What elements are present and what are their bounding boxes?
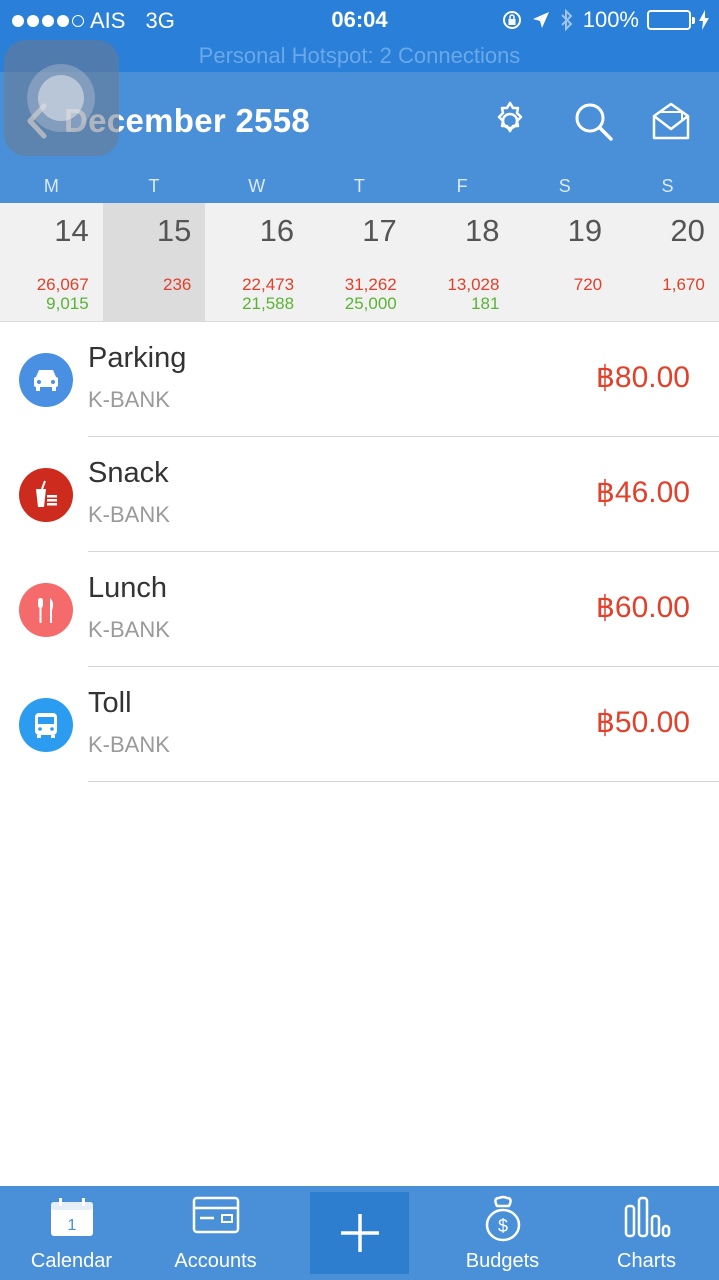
weekday-label: S <box>558 176 571 196</box>
calendar-day[interactable]: 20 1,670 <box>616 203 719 321</box>
location-icon <box>532 12 549 28</box>
battery-percent: 100% <box>582 7 639 32</box>
day-expense: 236 <box>163 275 192 294</box>
charging-icon <box>699 10 709 30</box>
tab-label: Charts <box>617 1250 676 1272</box>
day-number: 19 <box>567 213 603 248</box>
transaction-row[interactable]: Snack K-BANK ฿46.00 <box>0 437 719 552</box>
status-right: 100% <box>501 7 709 33</box>
transaction-row[interactable]: Parking K-BANK ฿80.00 <box>0 322 719 437</box>
search-icon[interactable] <box>572 100 614 142</box>
bar-chart-icon <box>624 1196 670 1238</box>
tab-label: Accounts <box>174 1250 257 1272</box>
calendar-day[interactable]: 16 22,473 21,588 <box>205 203 308 321</box>
weekday-label: T <box>148 176 160 196</box>
weekday-label: T <box>353 176 365 196</box>
weekday-label: M <box>43 176 59 196</box>
transaction-title: Snack <box>88 457 169 489</box>
calendar-day[interactable]: 19 720 <box>513 203 616 321</box>
calendar-day-selected[interactable]: 15 236 <box>102 203 206 321</box>
day-number: 20 <box>670 213 705 248</box>
calendar-icon-day: 1 <box>67 1217 76 1234</box>
bluetooth-icon <box>561 8 573 32</box>
assistive-touch-button[interactable] <box>4 40 119 156</box>
calendar-day[interactable]: 18 13,028 181 <box>411 203 514 321</box>
transaction-amount: ฿50.00 <box>595 706 690 739</box>
bus-icon <box>19 698 73 752</box>
weekday-header: M T W T F S S <box>0 170 719 203</box>
tab-calendar[interactable]: 1 Calendar <box>0 1186 143 1280</box>
battery-icon <box>647 10 695 30</box>
transaction-amount: ฿60.00 <box>595 591 690 624</box>
add-transaction-button[interactable] <box>310 1192 409 1274</box>
credit-card-icon <box>192 1196 239 1234</box>
transaction-account: K-BANK <box>88 387 170 412</box>
settings-gear-icon[interactable] <box>489 100 531 142</box>
day-income: 25,000 <box>344 294 397 313</box>
transaction-title: Lunch <box>88 572 168 604</box>
transaction-row[interactable]: Toll K-BANK ฿50.00 <box>0 667 719 782</box>
car-icon <box>19 353 73 407</box>
tab-budgets[interactable]: $ Budgets <box>431 1186 574 1280</box>
status-bar: AIS 3G 06:04 100% <box>0 0 719 40</box>
tab-label: Calendar <box>30 1250 113 1272</box>
tab-charts[interactable]: Charts <box>574 1186 719 1280</box>
weekday-label: W <box>248 176 266 196</box>
day-expense: 22,473 <box>242 275 295 294</box>
tab-bar: 1 Calendar Accounts $ Budgets Charts <box>0 1186 719 1280</box>
transaction-amount: ฿80.00 <box>595 361 690 394</box>
day-expense: 13,028 <box>447 275 500 294</box>
day-number: 17 <box>362 213 397 248</box>
day-number: 14 <box>54 213 89 248</box>
tab-label: Budgets <box>465 1250 540 1272</box>
mail-open-icon[interactable] <box>650 100 692 142</box>
plus-icon <box>340 1214 379 1252</box>
transaction-title: Parking <box>88 342 187 374</box>
calendar-icon: 1 <box>50 1198 93 1236</box>
calendar-day[interactable]: 17 31,262 25,000 <box>308 203 411 321</box>
money-bag-icon: $ <box>485 1195 520 1242</box>
row-divider <box>88 781 719 782</box>
transaction-account: K-BANK <box>88 502 170 527</box>
day-expense: 720 <box>573 275 603 294</box>
transaction-amount: ฿46.00 <box>595 476 690 509</box>
snack-icon <box>19 468 73 522</box>
transaction-row[interactable]: Lunch K-BANK ฿60.00 <box>0 552 719 667</box>
weekday-label: S <box>661 176 674 196</box>
calendar-day[interactable]: 14 26,067 9,015 <box>0 203 103 321</box>
day-income: 21,588 <box>242 294 295 313</box>
utensils-icon <box>19 583 73 637</box>
day-number: 16 <box>259 213 295 248</box>
tab-accounts[interactable]: Accounts <box>143 1186 288 1280</box>
weekday-label: F <box>456 176 468 196</box>
rotation-lock-icon <box>502 11 521 29</box>
day-number: 15 <box>156 213 192 248</box>
svg-text:$: $ <box>497 1216 507 1236</box>
day-number: 18 <box>464 213 500 248</box>
day-income: 181 <box>471 294 500 313</box>
transaction-account: K-BANK <box>88 732 170 757</box>
day-income: 9,015 <box>46 294 89 313</box>
transaction-account: K-BANK <box>88 617 170 642</box>
day-expense: 31,262 <box>344 275 397 294</box>
day-expense: 26,067 <box>36 275 89 294</box>
transaction-title: Toll <box>88 687 132 719</box>
transaction-list: Parking K-BANK ฿80.00 Snack K-BANK ฿46.0… <box>0 322 719 782</box>
week-strip: 14 26,067 9,015 15 236 16 22,473 21,588 … <box>0 203 719 322</box>
day-expense: 1,670 <box>662 275 705 294</box>
